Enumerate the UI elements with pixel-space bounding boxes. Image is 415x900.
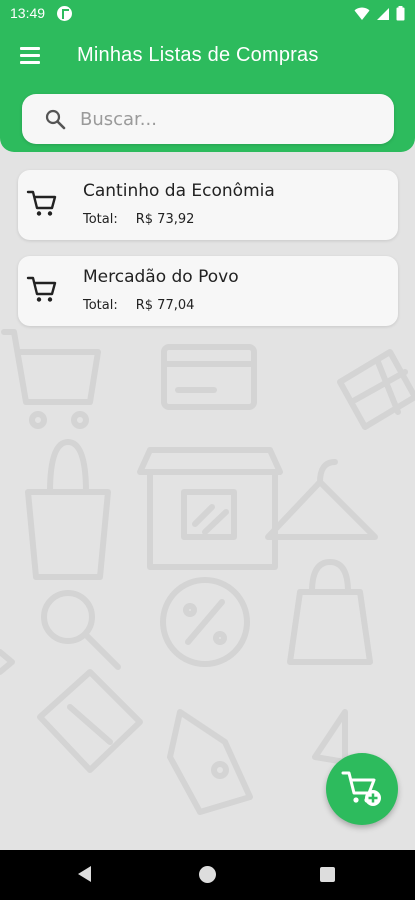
app-notification-icon <box>57 6 72 21</box>
total-value: R$ 77,04 <box>135 298 195 313</box>
list-name: Cantinho da Econômia <box>83 181 275 201</box>
total-label: Total: <box>83 298 118 313</box>
shopping-cart-icon <box>26 190 57 216</box>
search-input[interactable] <box>80 94 380 144</box>
shopping-cart-icon <box>26 276 57 302</box>
list-total: Total: R$ 73,92 <box>83 212 194 227</box>
status-bar: 13:49 <box>0 0 415 28</box>
battery-icon <box>396 6 405 21</box>
recent-apps-icon[interactable] <box>320 867 335 882</box>
wifi-icon <box>354 7 370 20</box>
back-icon[interactable] <box>78 866 91 882</box>
system-navigation-bar <box>0 850 415 900</box>
status-icons <box>354 6 405 21</box>
search-icon <box>45 109 66 130</box>
home-icon[interactable] <box>199 866 216 883</box>
add-list-button[interactable] <box>326 753 398 825</box>
list-name: Mercadão do Povo <box>83 267 239 287</box>
hamburger-menu-icon[interactable] <box>20 47 40 64</box>
page-title: Minhas Listas de Compras <box>77 44 319 66</box>
list-item[interactable]: Cantinho da Econômia Total: R$ 73,92 <box>18 170 398 240</box>
search-bar[interactable] <box>22 94 394 144</box>
signal-icon <box>377 7 389 20</box>
total-label: Total: <box>83 212 118 227</box>
total-value: R$ 73,92 <box>135 212 195 227</box>
list-item[interactable]: Mercadão do Povo Total: R$ 77,04 <box>18 256 398 326</box>
status-time: 13:49 <box>10 5 46 21</box>
add-to-cart-icon <box>341 771 381 806</box>
list-total: Total: R$ 77,04 <box>83 298 194 313</box>
